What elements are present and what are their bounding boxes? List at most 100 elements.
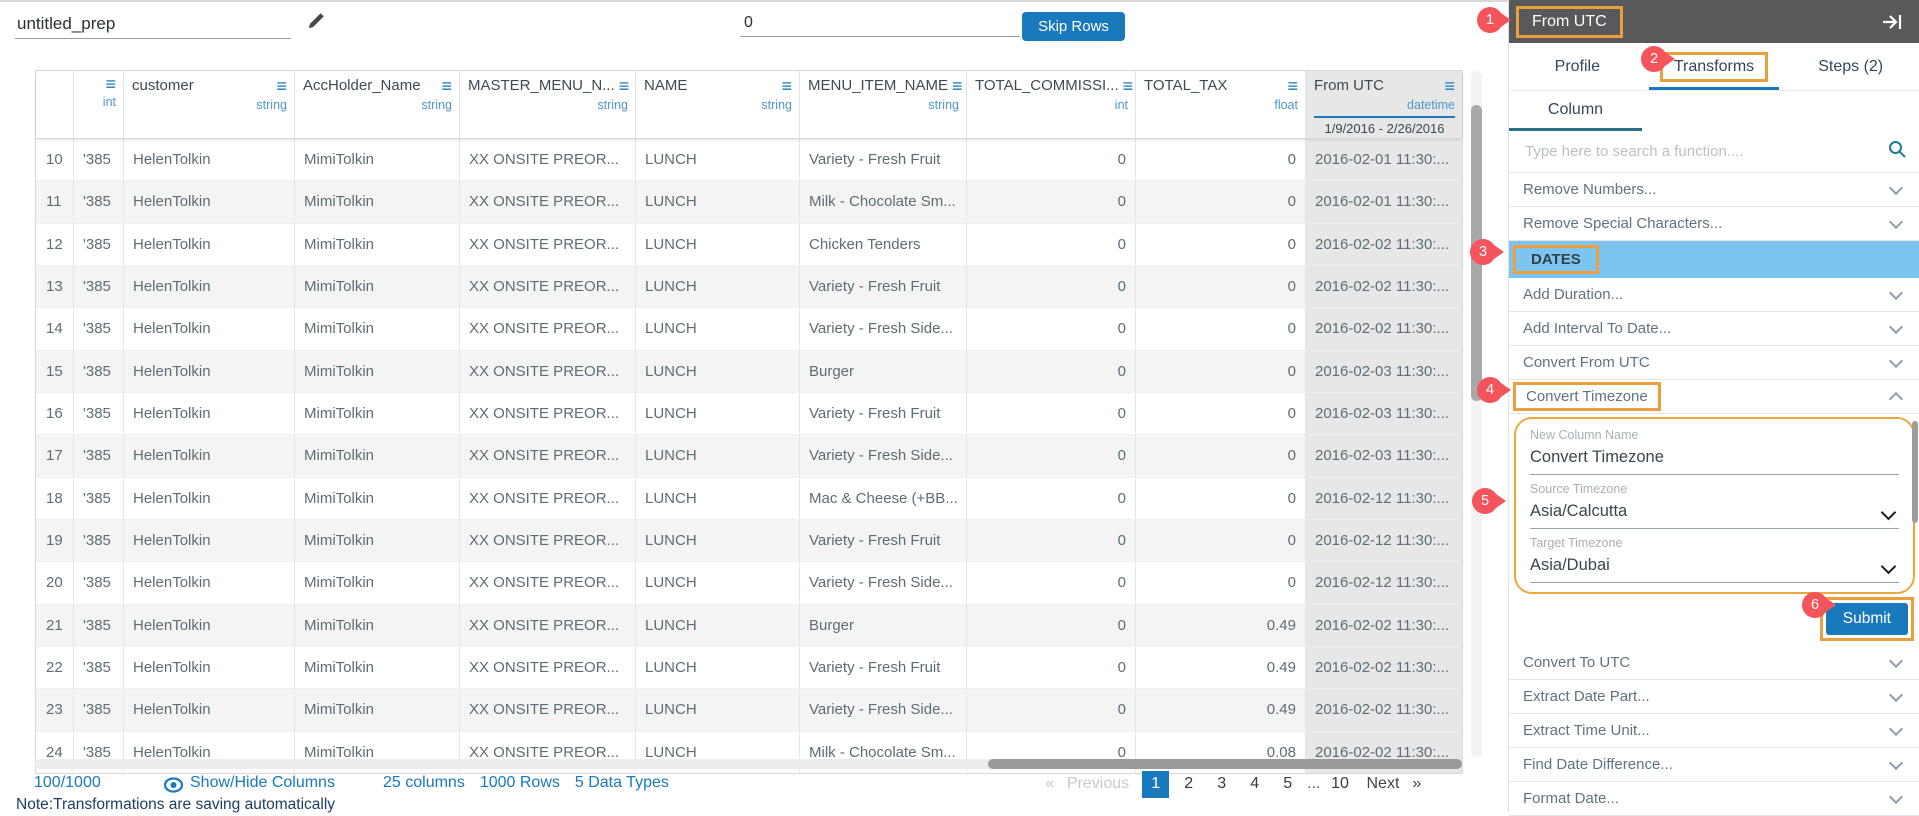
skip-rows-button[interactable]: Skip Rows: [1022, 12, 1125, 41]
form-field-value: Convert Timezone: [1530, 448, 1664, 466]
function-item[interactable]: DATES: [1509, 241, 1919, 278]
table-header: ≡intcustomer≡stringAccHolder_Name≡string…: [36, 71, 1462, 138]
table-row: 13'385HelenTolkinMimiTolkinXX ONSITE PRE…: [36, 265, 1462, 307]
timezone-select[interactable]: Asia/Dubai: [1530, 550, 1899, 583]
column-menu-icon[interactable]: ≡: [952, 79, 963, 93]
new-column-name-input[interactable]: Convert Timezone: [1530, 442, 1899, 475]
function-item[interactable]: Find Date Difference...: [1509, 748, 1919, 782]
submit-row: Submit: [1509, 597, 1919, 646]
function-item[interactable]: Remove Numbers...: [1509, 173, 1919, 207]
chevron-down-icon[interactable]: [1889, 285, 1903, 299]
table-cell: HelenTolkin: [124, 435, 295, 476]
column-menu-icon[interactable]: ≡: [781, 79, 792, 93]
function-item[interactable]: Extract Date Part...: [1509, 680, 1919, 714]
function-item[interactable]: Add Interval To Date...: [1509, 312, 1919, 346]
prep-name-input[interactable]: [15, 10, 291, 39]
function-item[interactable]: Format Date...: [1509, 782, 1919, 816]
previous-arrow[interactable]: «: [1045, 775, 1054, 793]
function-list-top: Remove Numbers...Remove Special Characte…: [1509, 173, 1919, 414]
table-cell: 0: [1136, 224, 1306, 265]
page-number[interactable]: 10: [1327, 771, 1354, 798]
column-header: customer≡string: [124, 71, 295, 138]
table-cell: LUNCH: [636, 478, 800, 519]
table-cell: 0: [1136, 351, 1306, 392]
next-button[interactable]: Next: [1367, 775, 1400, 793]
function-item[interactable]: Add Duration...: [1509, 278, 1919, 312]
page-number[interactable]: 3: [1208, 771, 1235, 798]
previous-button[interactable]: Previous: [1067, 775, 1129, 793]
panel-scrollbar-thumb[interactable]: [1912, 421, 1918, 523]
column-menu-icon[interactable]: ≡: [1287, 79, 1298, 93]
column-name: TOTAL_TAX: [1144, 77, 1227, 94]
function-item[interactable]: Extract Time Unit...: [1509, 714, 1919, 748]
edit-pencil-icon[interactable]: [306, 11, 326, 38]
chevron-down-icon[interactable]: [1889, 721, 1903, 735]
table-cell: LUNCH: [636, 605, 800, 646]
column-menu-icon[interactable]: ≡: [1123, 79, 1134, 93]
vertical-scrollbar[interactable]: [1471, 71, 1482, 757]
column-menu-icon[interactable]: ≡: [105, 77, 116, 91]
chevron-down-icon[interactable]: [1889, 789, 1903, 803]
chevron-down-icon[interactable]: [1889, 687, 1903, 701]
chevron-up-icon[interactable]: [1889, 391, 1903, 405]
function-item[interactable]: Convert To UTC: [1509, 646, 1919, 680]
eye-icon[interactable]: [163, 777, 184, 798]
chevron-down-icon[interactable]: [1889, 353, 1903, 367]
form-field: New Column NameConvert Timezone: [1530, 428, 1899, 475]
submit-button[interactable]: Submit: [1826, 603, 1908, 635]
function-search-input[interactable]: [1523, 142, 1888, 161]
tab-profile[interactable]: Profile: [1509, 43, 1646, 90]
table-cell: 22: [36, 647, 74, 688]
table-cell: 2016-02-02 11:30:...: [1306, 266, 1462, 307]
column-header-top: ≡: [82, 77, 116, 91]
table-cell: 18: [36, 478, 74, 519]
table-cell: 0: [967, 478, 1136, 519]
table-cell: HelenTolkin: [124, 562, 295, 603]
table-cell: XX ONSITE PREOR...: [460, 351, 636, 392]
column-menu-icon[interactable]: ≡: [276, 79, 287, 93]
table-cell: 14: [36, 308, 74, 349]
select-chevron-icon[interactable]: [1881, 559, 1897, 575]
timezone-select[interactable]: Asia/Calcutta: [1530, 496, 1899, 529]
table-cell: 2016-02-01 11:30:...: [1306, 181, 1462, 222]
column-menu-icon[interactable]: ≡: [619, 79, 630, 93]
show-hide-columns-link[interactable]: Show/Hide Columns: [190, 774, 335, 792]
tab-transforms[interactable]: Transforms: [1646, 43, 1783, 90]
column-menu-icon[interactable]: ≡: [1444, 79, 1455, 93]
table-cell: 2016-02-12 11:30:...: [1306, 520, 1462, 561]
collapse-panel-icon[interactable]: [1881, 13, 1903, 31]
table-cell: 0: [1136, 435, 1306, 476]
table-cell: XX ONSITE PREOR...: [460, 308, 636, 349]
chevron-down-icon[interactable]: [1889, 214, 1903, 228]
table-cell: LUNCH: [636, 435, 800, 476]
table-summary: 25 columns1000 Rows5 Data Types: [383, 774, 669, 792]
function-item[interactable]: Remove Special Characters...: [1509, 207, 1919, 241]
function-item[interactable]: Convert Timezone: [1509, 380, 1919, 414]
horizontal-scrollbar-thumb[interactable]: [988, 759, 1462, 769]
column-header: AccHolder_Name≡string: [295, 71, 460, 138]
function-label: DATES: [1513, 245, 1599, 274]
table-cell: '385: [74, 435, 124, 476]
table-cell: 0: [967, 181, 1136, 222]
table-cell: LUNCH: [636, 393, 800, 434]
chevron-down-icon[interactable]: [1889, 755, 1903, 769]
column-name: MENU_ITEM_NAME: [808, 77, 948, 94]
skip-rows-input[interactable]: [740, 10, 1020, 37]
function-item[interactable]: Convert From UTC: [1509, 346, 1919, 380]
tab-steps[interactable]: Steps (2): [1782, 43, 1919, 90]
page-number[interactable]: 1: [1142, 771, 1169, 798]
chevron-down-icon[interactable]: [1889, 180, 1903, 194]
page-number[interactable]: 2: [1175, 771, 1202, 798]
page-number[interactable]: 5: [1274, 771, 1301, 798]
table-cell: 0: [967, 435, 1136, 476]
horizontal-scrollbar[interactable]: [35, 759, 1463, 769]
search-icon[interactable]: [1888, 140, 1907, 164]
chevron-down-icon[interactable]: [1889, 319, 1903, 333]
select-chevron-icon[interactable]: [1881, 505, 1897, 521]
column-menu-icon[interactable]: ≡: [441, 79, 452, 93]
chevron-down-icon[interactable]: [1889, 653, 1903, 667]
next-arrow[interactable]: »: [1412, 775, 1421, 793]
table-cell: MimiTolkin: [295, 224, 460, 265]
page-number[interactable]: 4: [1241, 771, 1268, 798]
tab-column[interactable]: Column: [1509, 91, 1642, 131]
